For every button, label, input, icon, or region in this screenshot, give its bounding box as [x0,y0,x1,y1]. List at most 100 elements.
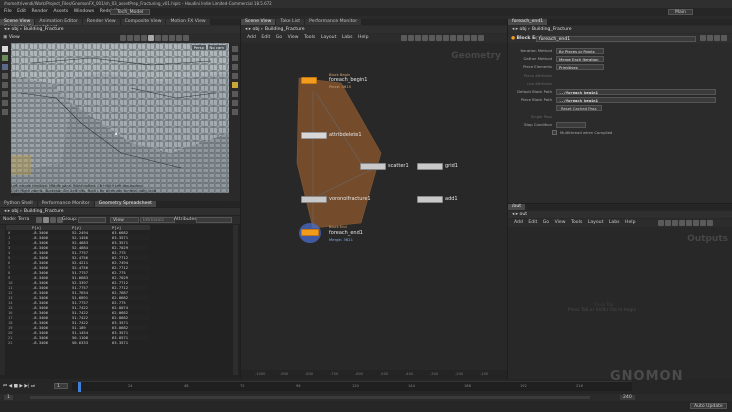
timeline-track[interactable]: 24 48 72 96 120 144 168 192 216 [72,381,632,392]
back-arrow-icon[interactable]: ◂ ▸ [512,212,520,217]
grid-label[interactable]: grid1 [445,163,458,169]
path-out[interactable]: out [520,212,528,217]
parm-dropdown[interactable]: Primitives [556,64,604,71]
attributes-field[interactable] [196,217,232,223]
foreach-begin-node[interactable] [301,77,317,84]
playhead[interactable] [78,382,81,392]
tab-network-scene[interactable]: Scene View [241,19,276,25]
menu-render[interactable]: Render [30,8,50,16]
lighting-icon[interactable] [232,82,238,88]
voronoi-label[interactable]: voronoifracture1 [329,196,371,202]
voronoi-node[interactable] [301,196,327,203]
range-slider[interactable] [30,396,590,399]
spreadsheet-scrollbar[interactable] [233,225,238,375]
last-frame-icon[interactable]: ⏭ [31,384,35,389]
pose-tool-icon[interactable] [2,91,8,97]
rotate-tool-icon[interactable] [2,64,8,70]
out-menu-labs[interactable]: Labs [607,219,622,227]
block-path-field[interactable]: ../foreach_begin1 [556,97,716,104]
no-cam-tag[interactable]: No cam [207,45,226,50]
table-row[interactable]: 22 -8.3406 50.6333 63.3571 [6,340,150,345]
attribdelete-node[interactable] [301,132,327,139]
tab-performance-monitor[interactable]: Performance Monitor [37,201,94,207]
network-menu-edit[interactable]: Edit [259,34,272,42]
path-building-fracture[interactable]: Building_Fracture [24,27,64,32]
auto-update-button[interactable]: Auto Update [690,403,727,409]
stop-condition-field[interactable] [556,121,586,128]
tab-render-view[interactable]: Render View [82,19,120,25]
network-menu-add[interactable]: Add [245,34,258,42]
scatter-node[interactable] [360,163,386,170]
out-menu-tools[interactable]: Tools [569,219,584,227]
handle-tool-icon[interactable] [2,82,8,88]
lock-icon[interactable] [232,46,238,52]
network-menu-help[interactable]: Help [356,34,370,42]
camera-icon[interactable] [232,55,238,61]
out-menu-help[interactable]: Help [623,219,637,227]
network-menu-go[interactable]: Go [274,34,284,42]
reset-cached-pass-button[interactable]: Reset Cached Pass [556,105,602,112]
shaded-icon[interactable] [232,73,238,79]
path-building-fracture[interactable]: Building_Fracture [24,209,64,214]
menu-edit[interactable]: Edit [15,8,28,16]
path-building-fracture[interactable]: Building_Fracture [532,27,572,32]
path-building-fracture[interactable]: Building_Fracture [265,27,305,32]
network-menu-labs[interactable]: Labs [340,34,355,42]
tab-take-list[interactable]: Take List [276,19,305,25]
network-menu-layout[interactable]: Layout [319,34,339,42]
network-menu-tools[interactable]: Tools [302,34,317,42]
out-menu-edit[interactable]: Edit [526,219,539,227]
intrinsics-dropdown[interactable]: Intrinsics [140,217,175,223]
parm-dropdown[interactable]: Merge Each Iteration [556,56,604,63]
foreach-end-node[interactable] [301,229,319,236]
back-arrow-icon[interactable]: ◂ ▸ [512,27,520,32]
tab-composite-view[interactable]: Composite View [120,19,166,25]
out-canvas[interactable]: Outputs Press Tab or Shift+Tab to begin … [508,228,732,379]
path-obj[interactable]: obj [12,27,19,32]
path-obj[interactable]: obj [520,27,527,32]
tab-python-shell[interactable]: Python Shell [0,201,37,207]
grid-node[interactable] [417,163,443,170]
foreach-end-label[interactable]: foreach_end1 [329,230,363,236]
node-name-field[interactable]: foreach_end1 [536,36,696,42]
scale-tool-icon[interactable] [2,73,8,79]
parm-dropdown[interactable]: By Pieces or Points [556,48,604,54]
tab-network-performance[interactable]: Performance Monitor [305,19,362,25]
out-menu-layout[interactable]: Layout [586,219,606,227]
back-arrow-icon[interactable]: ◂ ▸ [4,27,12,32]
view-dropdown[interactable]: View [110,217,139,223]
move-tool-icon[interactable] [2,55,8,61]
group-field[interactable] [78,217,106,223]
back-arrow-icon[interactable]: ◂ ▸ [245,27,253,32]
menu-assets[interactable]: Assets [51,8,70,16]
tab-foreach-end-parms[interactable]: foreach_end1 [508,19,548,25]
desktop-selector[interactable]: Tech_Model [110,9,151,15]
wireframe-icon[interactable] [232,64,238,70]
view-tool-icon[interactable] [2,100,8,106]
network-menu-view[interactable]: View [286,34,301,42]
foreach-begin-label[interactable]: foreach_begin1 [329,77,368,83]
current-frame-field[interactable]: 1 [54,383,68,389]
network-canvas[interactable]: Geometry Block Begin foreach_begin1 Piec… [241,43,507,370]
multithread-checkbox[interactable] [552,130,557,135]
out-menu-add[interactable]: Add [512,219,525,227]
snap-icon[interactable] [232,100,238,106]
add-node[interactable] [417,196,443,203]
brush-tool-icon[interactable] [2,109,8,115]
range-start-field[interactable]: 1 [4,395,13,400]
menu-file[interactable]: File [2,8,14,16]
range-end-field[interactable]: 240 [620,395,635,400]
tab-motion-fx-view[interactable]: Motion FX View [166,19,210,25]
scatter-label[interactable]: scatter1 [388,163,409,169]
main-desk-selector[interactable]: Main [668,9,693,15]
block-path-field[interactable]: ../foreach_begin1 [556,89,716,95]
viewport[interactable]: Persp No cam [11,43,229,193]
out-menu-go[interactable]: Go [541,219,551,227]
back-arrow-icon[interactable]: ◂ ▸ [4,209,12,214]
path-obj[interactable]: obj [12,209,19,214]
grid-icon[interactable] [232,91,238,97]
persp-tag[interactable]: Persp [191,45,207,50]
out-menu-view[interactable]: View [553,219,568,227]
attribdelete-label[interactable]: attribdelete1 [329,132,362,138]
menu-windows[interactable]: Windows [72,8,97,16]
